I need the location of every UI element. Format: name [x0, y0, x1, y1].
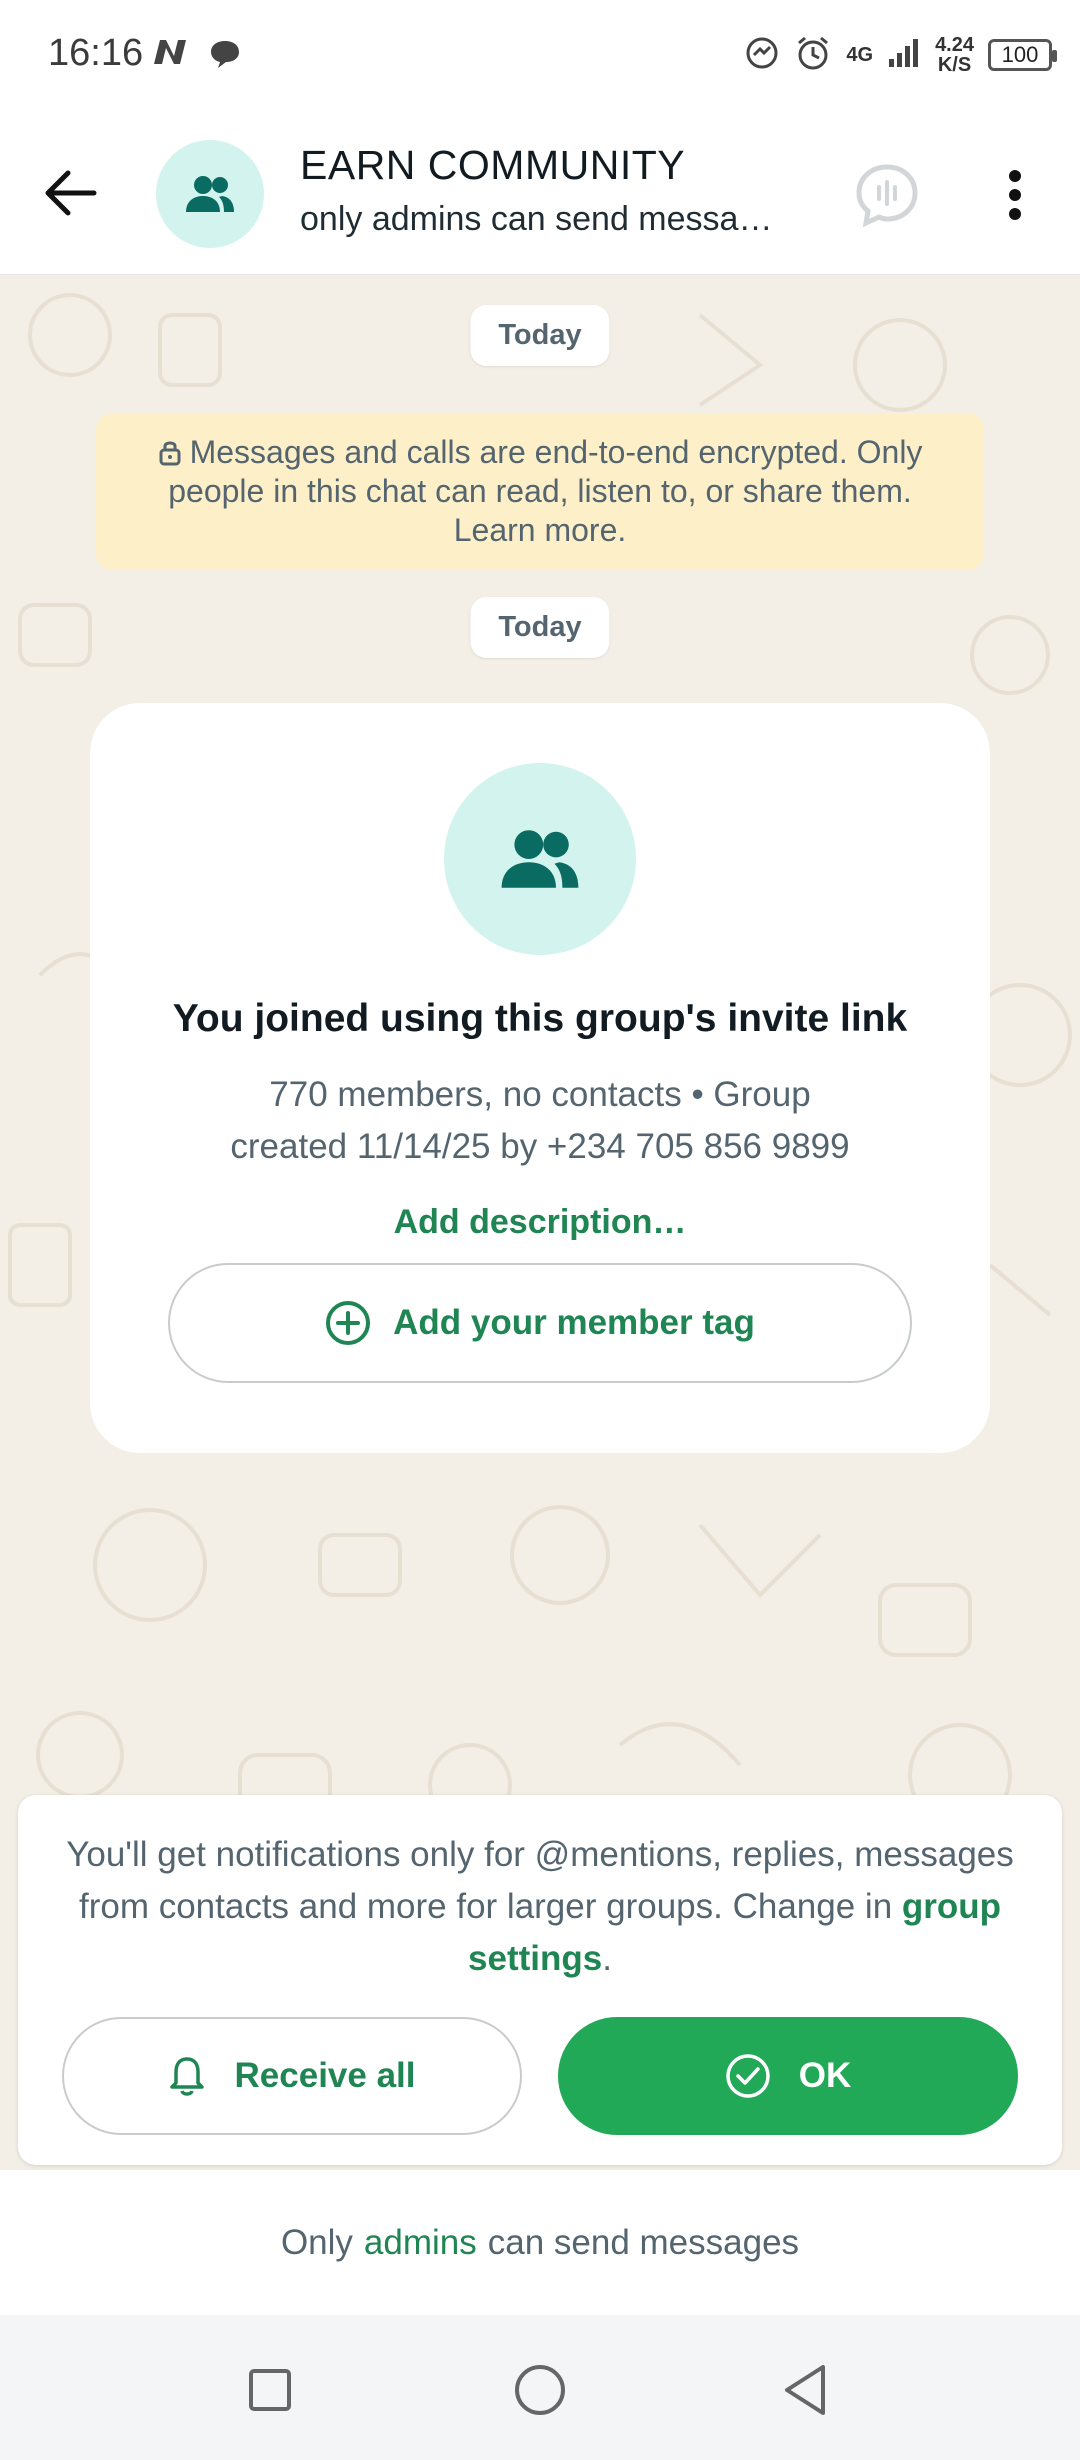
lock-icon: [159, 441, 181, 466]
dnd-icon: [744, 35, 780, 76]
signal-icon: [887, 37, 921, 74]
receive-all-button[interactable]: Receive all: [62, 2017, 522, 2135]
triangle-back-icon: [785, 2365, 825, 2415]
voice-chat-icon: [856, 164, 918, 227]
home-button[interactable]: [505, 2355, 575, 2425]
date-chip: Today: [470, 597, 610, 658]
network-speed-value: 4.24: [935, 34, 974, 56]
status-time: 16:16: [48, 32, 144, 74]
footer-text-end: can send messages: [487, 2222, 800, 2262]
square-icon: [249, 2369, 291, 2411]
battery-level: 100: [1001, 42, 1039, 67]
add-member-tag-label: Add your member tag: [393, 1303, 755, 1342]
group-icon: [501, 830, 579, 888]
check-circle-icon: [726, 2054, 770, 2098]
notification-message: You'll get notifications only for @menti…: [58, 1829, 1022, 1985]
receive-all-label: Receive all: [234, 2056, 416, 2095]
add-member-tag-button[interactable]: Add your member tag: [168, 1263, 912, 1383]
chat-header: EARN COMMUNITY only admins can send mess…: [0, 110, 1080, 275]
ok-button[interactable]: OK: [558, 2017, 1018, 2135]
encryption-notice-text: Messages and calls are end-to-end encryp…: [168, 434, 923, 548]
admins-only-footer: Only admins can send messages: [0, 2170, 1080, 2315]
network-type: 4G: [846, 44, 874, 66]
network-speed: 4.24 K/S: [935, 35, 974, 75]
network-speed-unit: K/S: [937, 54, 972, 76]
add-circle-icon: [326, 1301, 371, 1345]
group-avatar[interactable]: [156, 140, 264, 248]
system-nav-bar: [0, 2315, 1080, 2460]
group-meta: 770 members, no contacts • Group created…: [90, 1069, 990, 1173]
joined-via-link-title: You joined using this group's invite lin…: [172, 997, 908, 1040]
status-bar: 16:16 4G 4.24 K/S 100: [0, 0, 1080, 110]
group-icon: [186, 176, 234, 212]
ok-label: OK: [798, 2056, 852, 2095]
notification-settings-prompt: You'll get notifications only for @menti…: [18, 1795, 1062, 2165]
more-vert-icon: [1009, 170, 1021, 220]
add-description-link[interactable]: Add description…: [90, 1203, 990, 1242]
more-options-button[interactable]: [990, 160, 1040, 230]
group-meta-line2: created 11/14/25 by +234 705 856 9899: [230, 1127, 850, 1166]
recents-button[interactable]: [235, 2355, 305, 2425]
group-info-card: You joined using this group's invite lin…: [90, 703, 990, 1453]
notification-n-icon: [150, 36, 190, 73]
voice-chat-button[interactable]: [852, 160, 922, 230]
alarm-icon: [794, 34, 832, 77]
date-chip: Today: [470, 305, 610, 366]
group-name[interactable]: EARN COMMUNITY: [300, 142, 685, 189]
notification-message-text: You'll get notifications only for @menti…: [66, 1835, 1014, 1926]
footer-text-start: Only: [280, 2222, 353, 2262]
notification-message-end: .: [602, 1939, 612, 1978]
battery-icon: 100: [988, 39, 1057, 71]
message-bubble-icon: [208, 38, 242, 75]
admins-link[interactable]: admins: [364, 2223, 477, 2263]
back-nav-button[interactable]: [770, 2355, 840, 2425]
circle-icon: [515, 2365, 565, 2415]
arrow-left-icon: [45, 170, 97, 216]
group-subtitle[interactable]: only admins can send messa…: [300, 200, 820, 239]
group-avatar-large[interactable]: [444, 763, 636, 955]
encryption-notice[interactable]: Messages and calls are end-to-end encryp…: [96, 413, 984, 570]
back-button[interactable]: [36, 158, 106, 228]
bell-icon: [169, 2057, 204, 2096]
group-meta-line1: 770 members, no contacts • Group: [269, 1075, 811, 1114]
